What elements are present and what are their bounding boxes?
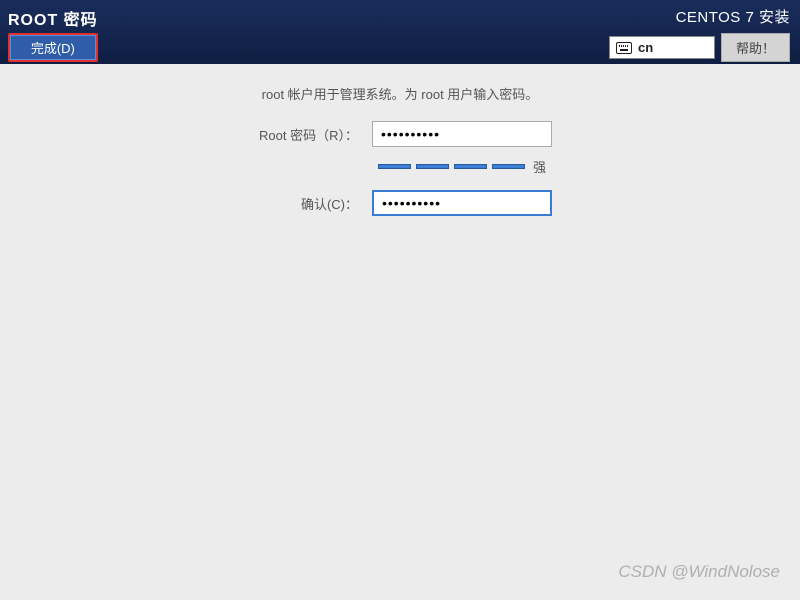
language-selector[interactable]: cn (609, 36, 715, 59)
done-button[interactable]: 完成(D) (8, 33, 98, 62)
help-button[interactable]: 帮助！ (721, 33, 790, 62)
strength-meter (378, 164, 525, 169)
confirm-password-input[interactable] (372, 190, 552, 216)
installer-title: CENTOS 7 安装 (676, 6, 790, 27)
language-code: cn (638, 40, 653, 55)
instruction-text: root 帐户用于管理系统。为 root 用户输入密码。 (40, 84, 760, 103)
confirm-label: 确认(C)： (248, 194, 358, 213)
page-title: ROOT 密码 (8, 6, 98, 30)
strength-label: 强 (533, 157, 546, 176)
password-label: Root 密码（R）： (248, 125, 358, 144)
watermark: CSDN @WindNolose (618, 562, 780, 582)
keyboard-icon (616, 42, 632, 54)
root-password-input[interactable] (372, 121, 552, 147)
